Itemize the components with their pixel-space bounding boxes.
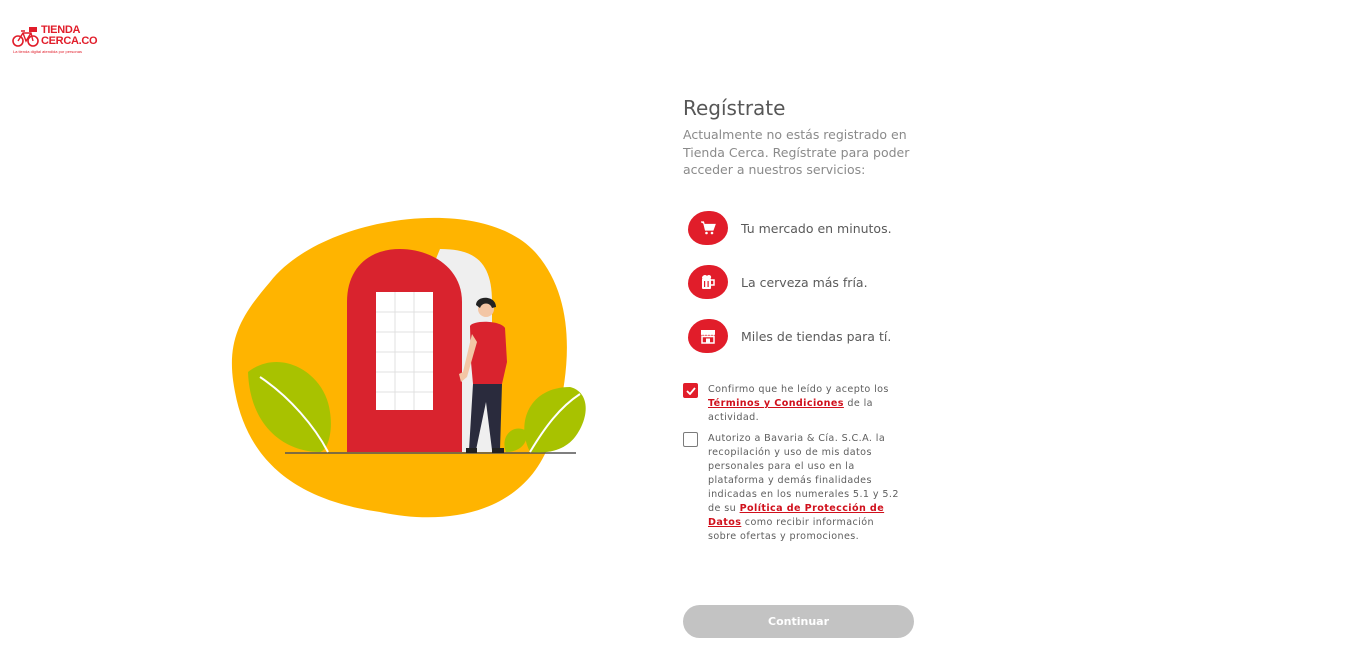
brand-name-line2: CERCA.CO <box>41 35 98 47</box>
feature-item-beer: La cerveza más fría. <box>688 264 988 300</box>
data-consent-text: Autorizo a Bavaria & Cía. S.C.A. la reco… <box>708 432 903 544</box>
feature-label: Miles de tiendas para tí. <box>741 328 892 344</box>
brand-tagline: La tienda digital atendida por personas <box>13 49 82 54</box>
brand-logo[interactable]: TIENDA CERCA.CO La tienda digital atendi… <box>12 24 98 54</box>
terms-consent-text: Confirmo que he leído y acepto los Térmi… <box>708 383 903 425</box>
terms-link[interactable]: Términos y Condiciones <box>708 398 844 409</box>
door-illustration <box>231 217 586 518</box>
feature-label: Tu mercado en minutos. <box>741 220 892 236</box>
beer-mug-icon <box>688 265 728 299</box>
feature-item-stores: Miles de tiendas para tí. <box>688 318 988 354</box>
data-policy-checkbox[interactable] <box>683 432 698 447</box>
store-icon <box>688 319 728 353</box>
data-consent: Autorizo a Bavaria & Cía. S.C.A. la reco… <box>683 432 903 544</box>
page-subtitle: Actualmente no estás registrado en Tiend… <box>683 127 910 177</box>
continue-button[interactable]: Continuar <box>683 605 914 638</box>
terms-consent: Confirmo que he leído y acepto los Térmi… <box>683 383 903 425</box>
terms-checkbox[interactable] <box>683 383 698 398</box>
page-title: Regístrate <box>683 96 786 120</box>
checkmark-icon <box>685 386 696 395</box>
terms-text-before: Confirmo que he leído y acepto los <box>708 384 889 395</box>
cart-icon <box>688 211 728 245</box>
feature-item-market: Tu mercado en minutos. <box>688 210 988 246</box>
data-text-before: Autorizo a Bavaria & Cía. S.C.A. la reco… <box>708 433 899 514</box>
bicycle-icon <box>12 27 39 47</box>
feature-label: La cerveza más fría. <box>741 274 868 290</box>
